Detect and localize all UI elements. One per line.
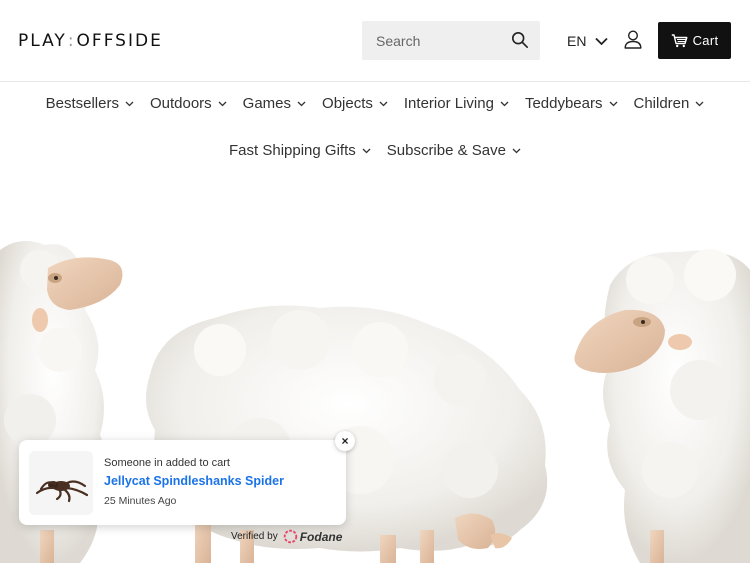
cart-label: Cart <box>692 33 719 48</box>
cart-icon <box>671 33 688 47</box>
verified-brand-name: Fodane <box>299 529 343 544</box>
logo-text-right: OFFSIDE <box>76 31 163 51</box>
popup-message: Someone in added to cart <box>104 457 230 469</box>
nav-label: Objects <box>322 95 373 112</box>
nav-label: Interior Living <box>403 95 494 112</box>
chevron-down-icon <box>595 37 609 45</box>
nav-row-primary: Bestsellers Outdoors Games Objects Inter… <box>0 95 750 112</box>
verified-brand: Fodane <box>283 529 343 544</box>
nav-item-fast-shipping-gifts[interactable]: Fast Shipping Gifts <box>229 142 371 159</box>
nav-label: Bestsellers <box>45 95 119 112</box>
site-header: PLAY:OFFSIDE EN Cart <box>0 0 750 82</box>
language-label: EN <box>567 33 587 49</box>
site-logo[interactable]: PLAY:OFFSIDE <box>18 31 163 51</box>
chevron-down-icon <box>362 148 371 153</box>
popup-timestamp: 25 Minutes Ago <box>104 495 177 507</box>
nav-item-games[interactable]: Games <box>243 95 306 112</box>
nav-item-interior-living[interactable]: Interior Living <box>404 95 509 112</box>
verified-prefix: Verified by <box>231 531 278 542</box>
cart-button[interactable]: Cart <box>658 22 731 59</box>
chevron-down-icon <box>609 101 617 106</box>
nav-label: Games <box>242 95 292 112</box>
spider-toy-image <box>35 480 89 503</box>
nav-row-secondary: Fast Shipping Gifts Subscribe & Save <box>0 142 750 159</box>
nav-item-bestsellers[interactable]: Bestsellers <box>46 95 134 112</box>
social-proof-popup[interactable]: Someone in added to cart Jellycat Spindl… <box>19 440 346 525</box>
nav-item-teddybears[interactable]: Teddybears <box>525 95 618 112</box>
verified-by-badge[interactable]: Verified by Fodane <box>231 529 342 544</box>
nav-label: Subscribe & Save <box>386 142 506 159</box>
popup-product-link[interactable]: Jellycat Spindleshanks Spider <box>104 474 284 488</box>
logo-separator: : <box>67 31 76 51</box>
search-icon[interactable] <box>511 31 529 49</box>
nav-item-objects[interactable]: Objects <box>322 95 388 112</box>
nav-label: Outdoors <box>149 95 212 112</box>
search-box <box>362 21 540 60</box>
nav-label: Teddybears <box>524 95 603 112</box>
nav-label: Children <box>633 95 690 112</box>
right-sheep <box>574 249 750 563</box>
language-selector[interactable]: EN <box>567 33 609 49</box>
chevron-down-icon <box>695 101 704 106</box>
fodane-logo-icon <box>283 529 297 544</box>
chevron-down-icon <box>125 101 134 106</box>
nav-label: Fast Shipping Gifts <box>229 142 356 159</box>
user-icon[interactable] <box>624 30 642 49</box>
logo-text-left: PLAY <box>18 31 67 51</box>
nav-item-children[interactable]: Children <box>634 95 705 112</box>
close-icon[interactable]: × <box>335 431 355 451</box>
nav-item-subscribe-save[interactable]: Subscribe & Save <box>387 142 521 159</box>
chevron-down-icon <box>218 101 227 106</box>
chevron-down-icon <box>297 101 306 106</box>
product-thumbnail[interactable] <box>29 451 93 515</box>
chevron-down-icon <box>512 148 521 153</box>
nav-item-outdoors[interactable]: Outdoors <box>150 95 227 112</box>
chevron-down-icon <box>500 101 509 106</box>
chevron-down-icon <box>379 101 388 106</box>
search-input[interactable] <box>362 21 502 60</box>
